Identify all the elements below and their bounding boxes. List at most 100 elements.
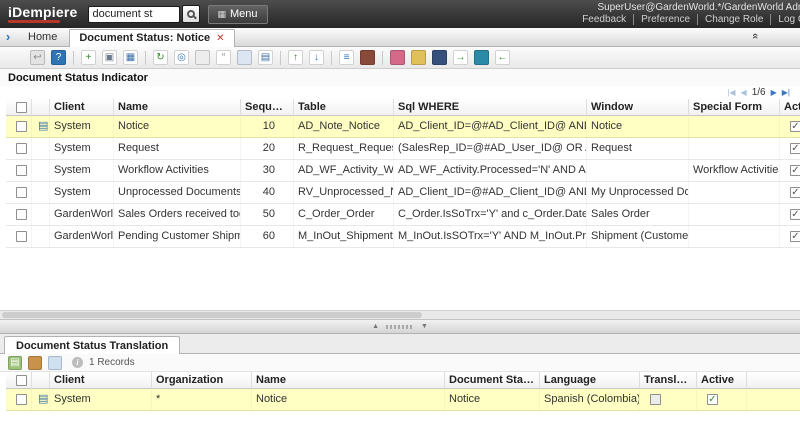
feedback-link[interactable]: Feedback xyxy=(582,14,626,25)
chat-icon[interactable]: “ xyxy=(216,50,231,65)
detail-header-icon-column xyxy=(32,372,50,389)
table-row-pending-shipments[interactable]: GardenWorld Pending Customer Shipments 6… xyxy=(6,226,800,248)
tab-home[interactable]: Home xyxy=(16,29,69,45)
col-sequence[interactable]: Sequence xyxy=(241,99,294,116)
app-logo-tagline-bar xyxy=(8,20,60,23)
table-row-request[interactable]: System Request 20 R_Request_Request (Sal… xyxy=(6,138,800,160)
collapse-header-icon[interactable]: « xyxy=(749,33,761,39)
preference-link[interactable]: Preference xyxy=(633,14,690,25)
first-page-button[interactable]: |◀ xyxy=(727,88,735,98)
cell-sql-where: (SalesRep_ID=@#AD_User_ID@ OR AD_Role_ID… xyxy=(394,138,587,160)
zoom-across-icon[interactable] xyxy=(474,50,489,65)
cell-name: Request xyxy=(114,138,241,160)
col-window[interactable]: Window xyxy=(587,99,689,116)
horizontal-scrollbar-thumb[interactable] xyxy=(2,312,422,318)
print-icon[interactable] xyxy=(237,50,252,65)
new-record-icon[interactable]: + xyxy=(81,50,96,65)
translated-checkbox[interactable] xyxy=(650,394,661,405)
database-export-icon[interactable] xyxy=(432,50,447,65)
cell-sequence: 60 xyxy=(241,226,294,248)
record-edit-icon[interactable]: ▤ xyxy=(38,120,48,132)
cell-window: My Unprocessed Docume... xyxy=(587,182,689,204)
customize-grid-icon[interactable] xyxy=(48,356,62,370)
active-checkbox[interactable] xyxy=(790,121,800,132)
select-all-checkbox[interactable] xyxy=(16,102,27,113)
active-checkbox[interactable] xyxy=(790,143,800,154)
logout-link[interactable]: Log Out xyxy=(770,14,800,25)
help-icon[interactable]: ? xyxy=(51,50,66,65)
col-organization[interactable]: Organization xyxy=(152,372,252,389)
toggle-view-icon[interactable]: ▤ xyxy=(8,356,22,370)
col-client[interactable]: Client xyxy=(50,99,114,116)
request-icon[interactable] xyxy=(390,50,405,65)
col-sql-where[interactable]: Sql WHERE xyxy=(394,99,587,116)
row-checkbox[interactable] xyxy=(16,121,27,132)
col-special-form[interactable]: Special Form xyxy=(689,99,780,116)
import-icon[interactable]: ← xyxy=(495,50,510,65)
col-document-status[interactable]: Document Status xyxy=(445,372,540,389)
table-row-sales-orders[interactable]: GardenWorld Sales Orders received today … xyxy=(6,204,800,226)
col-name[interactable]: Name xyxy=(114,99,241,116)
col-active[interactable]: Active xyxy=(697,372,747,389)
record-edit-icon[interactable]: ▤ xyxy=(38,393,48,405)
last-page-button[interactable]: ▶| xyxy=(782,88,790,98)
row-checkbox[interactable] xyxy=(16,231,27,242)
save-icon[interactable]: ▦ xyxy=(123,50,138,65)
row-checkbox[interactable] xyxy=(16,394,27,405)
active-checkbox[interactable] xyxy=(707,394,718,405)
cell-client: System xyxy=(50,160,114,182)
ignore-icon[interactable]: ↩ xyxy=(30,50,45,65)
table-row-unprocessed-documents[interactable]: System Unprocessed Documents 40 RV_Unpro… xyxy=(6,182,800,204)
search-button[interactable] xyxy=(182,5,200,23)
menu-button[interactable]: ▦ Menu xyxy=(208,5,268,24)
col-translated[interactable]: Translated xyxy=(640,372,697,389)
prev-page-button[interactable]: ◀ xyxy=(741,88,747,98)
col-table[interactable]: Table xyxy=(294,99,394,116)
row-checkbox[interactable] xyxy=(16,187,27,198)
tab-document-status-translation[interactable]: Document Status Translation xyxy=(4,336,180,354)
row-checkbox[interactable] xyxy=(16,165,27,176)
splitter-collapse-down-icon[interactable]: ▼ xyxy=(421,322,428,331)
col-active[interactable]: Active xyxy=(780,99,800,116)
splitter-grip[interactable] xyxy=(386,325,414,329)
detail-record-icon[interactable]: ↓ xyxy=(309,50,324,65)
detail-select-all-checkbox[interactable] xyxy=(16,375,27,386)
horizontal-scrollbar[interactable] xyxy=(0,310,800,319)
cell-table: M_InOut_Shipment/Receipt xyxy=(294,226,394,248)
tab-document-status-notice[interactable]: Document Status: Notice ✕ xyxy=(69,29,234,47)
table-row-notice[interactable]: ▤ System Notice 10 AD_Note_Notice AD_Cli… xyxy=(6,116,800,138)
active-checkbox[interactable] xyxy=(790,209,800,220)
attachment-icon[interactable] xyxy=(195,50,210,65)
change-role-link[interactable]: Change Role xyxy=(697,14,763,25)
col-client[interactable]: Client xyxy=(50,372,152,389)
table-row-workflow-activities[interactable]: System Workflow Activities 30 AD_WF_Acti… xyxy=(6,160,800,182)
parent-record-icon[interactable]: ↑ xyxy=(288,50,303,65)
refresh-icon[interactable]: ↻ xyxy=(153,50,168,65)
close-tab-icon[interactable]: ✕ xyxy=(216,33,224,44)
row-checkbox[interactable] xyxy=(16,143,27,154)
active-checkbox[interactable] xyxy=(790,187,800,198)
report-icon[interactable]: ≡ xyxy=(339,50,354,65)
find-icon[interactable]: ◎ xyxy=(174,50,189,65)
active-checkbox[interactable] xyxy=(790,231,800,242)
toolbar-separator xyxy=(382,51,383,65)
cell-client: GardenWorld xyxy=(50,204,114,226)
panel-splitter[interactable]: ▲ ▼ xyxy=(0,319,800,334)
col-language[interactable]: Language xyxy=(540,372,640,389)
cell-table: AD_WF_Activity_Workflow... xyxy=(294,160,394,182)
splitter-collapse-up-icon[interactable]: ▲ xyxy=(372,322,379,331)
next-page-button[interactable]: ▶ xyxy=(771,88,777,98)
grid-toggle-icon[interactable]: ▤ xyxy=(258,50,273,65)
expand-sidebar-icon[interactable]: › xyxy=(0,29,16,45)
active-checkbox[interactable] xyxy=(790,165,800,176)
delete-record-icon[interactable] xyxy=(28,356,42,370)
export-icon[interactable] xyxy=(411,50,426,65)
menu-button-label: Menu xyxy=(230,8,258,20)
translation-row[interactable]: ▤ System * Notice Notice Spanish (Colomb… xyxy=(6,389,800,411)
col-name[interactable]: Name xyxy=(252,372,445,389)
csv-import-icon[interactable]: → xyxy=(453,50,468,65)
search-input[interactable] xyxy=(88,6,180,23)
copy-record-icon[interactable]: ▣ xyxy=(102,50,117,65)
archive-icon[interactable] xyxy=(360,50,375,65)
row-checkbox[interactable] xyxy=(16,209,27,220)
